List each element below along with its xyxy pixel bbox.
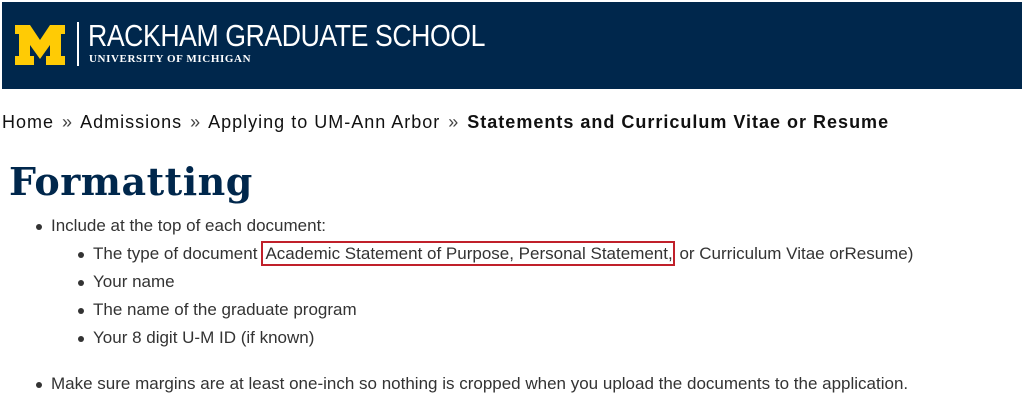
logo-divider <box>77 22 79 66</box>
bullet-icon <box>78 336 84 342</box>
list-item: Make sure margins are at least one-inch … <box>36 374 909 394</box>
university-name: UNIVERSITY OF MICHIGAN <box>89 53 252 65</box>
michigan-block-m-logo[interactable] <box>12 23 68 67</box>
sub-list-item: The type of document Academic Statement o… <box>78 241 914 266</box>
breadcrumb-admissions-link[interactable]: Admissions <box>80 112 182 132</box>
sub-list-item: Your 8 digit U-M ID (if known) <box>78 328 315 348</box>
list-item-text: Include at the top of each document: <box>51 216 327 235</box>
bullet-icon <box>78 252 84 258</box>
list-item-text: Your name <box>93 272 175 291</box>
breadcrumb-home-link[interactable]: Home <box>2 112 54 132</box>
list-item-text: or Curriculum Vitae orResume) <box>674 244 914 263</box>
breadcrumb-applying-link[interactable]: Applying to UM-Ann Arbor <box>208 112 440 132</box>
breadcrumb: Home » Admissions » Applying to UM-Ann A… <box>2 112 889 133</box>
list-item-text: Your 8 digit U-M ID (if known) <box>93 328 315 347</box>
highlighted-text: Academic Statement of Purpose, Personal … <box>261 241 675 266</box>
list-item: Include at the top of each document: <box>36 216 327 236</box>
bullet-icon <box>36 224 42 230</box>
sub-list-item: Your name <box>78 272 175 292</box>
breadcrumb-separator: » <box>448 112 460 132</box>
breadcrumb-separator: » <box>190 112 202 132</box>
bullet-icon <box>78 280 84 286</box>
bullet-icon <box>36 382 42 388</box>
page-title: Formatting <box>9 159 253 204</box>
school-name[interactable]: RACKHAM GRADUATE SCHOOL <box>88 18 485 54</box>
breadcrumb-separator: » <box>62 112 74 132</box>
list-item-text: Make sure margins are at least one-inch … <box>51 374 909 393</box>
site-header: RACKHAM GRADUATE SCHOOL UNIVERSITY OF MI… <box>2 2 1022 89</box>
list-item-text: The name of the graduate program <box>93 300 357 319</box>
bullet-icon <box>78 308 84 314</box>
sub-list-item: The name of the graduate program <box>78 300 357 320</box>
breadcrumb-current-page: Statements and Curriculum Vitae or Resum… <box>467 112 890 132</box>
list-item-text: The type of document <box>93 244 258 263</box>
